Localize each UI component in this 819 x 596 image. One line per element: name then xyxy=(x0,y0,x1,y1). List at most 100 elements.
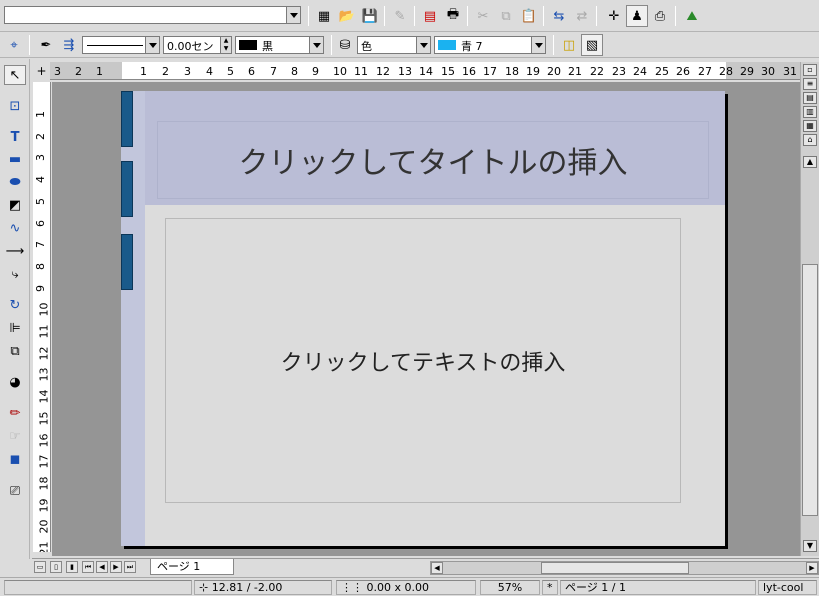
spin-icon[interactable]: ▲ ▼ xyxy=(220,37,231,53)
slide-sorter-icon[interactable]: ▦ xyxy=(803,120,817,132)
chevron-down-icon[interactable] xyxy=(145,37,159,53)
line-style-combobox[interactable] xyxy=(82,36,160,54)
tab-page-1[interactable]: ページ 1 xyxy=(150,559,234,575)
status-bar: ⊹ 12.81 / -2.00 ⋮⋮ 0.00 x 0.00 57% * ページ… xyxy=(0,577,819,596)
arrow-style-icon[interactable]: ⇶ xyxy=(58,34,80,56)
preview-icon[interactable]: ⎙ xyxy=(649,5,671,27)
ruler-tick-label: 7 xyxy=(270,65,277,78)
view-mode-icon[interactable]: ▫ xyxy=(803,64,817,76)
ruler-tick-label: 24 xyxy=(633,65,647,78)
effects-icon[interactable]: ✏ xyxy=(4,403,26,423)
ruler-tick-label: 13 xyxy=(398,65,412,78)
horizontal-scroll-thumb[interactable] xyxy=(541,562,689,574)
connector-icon[interactable]: ⤷ xyxy=(4,264,26,284)
slide[interactable]: クリックしてタイトルの挿入 クリックしてテキストの挿入 xyxy=(121,91,725,546)
title-placeholder[interactable]: クリックしてタイトルの挿入 xyxy=(157,121,709,199)
3d-effects-icon[interactable]: ◼ xyxy=(4,449,26,469)
prev-page-icon[interactable]: ◀ xyxy=(96,561,108,573)
ruler-tick-label: 15 xyxy=(441,65,455,78)
ellipse-icon[interactable]: ⬬ xyxy=(4,172,26,192)
fill-bucket-icon[interactable]: ⛁ xyxy=(334,34,356,56)
line-arrow-icon[interactable]: ⟶ xyxy=(4,241,26,261)
ruler-tick-label: 13 xyxy=(37,367,51,382)
chevron-down-icon[interactable] xyxy=(416,37,430,53)
insert-icon[interactable]: ◕ xyxy=(4,372,26,392)
body-placeholder[interactable]: クリックしてテキストの挿入 xyxy=(165,218,681,503)
status-size: ⋮⋮ 0.00 x 0.00 xyxy=(336,580,476,595)
scroll-down-icon[interactable]: ▼ xyxy=(803,540,817,552)
zoom-icon[interactable]: ⊡ xyxy=(4,96,26,116)
redo-icon[interactable]: ⇄ xyxy=(571,5,593,27)
save-icon[interactable]: 💾 xyxy=(359,5,381,27)
master-view-icon[interactable]: ▯ xyxy=(50,561,62,573)
ruler-tick-label: 2 xyxy=(75,65,82,78)
ruler-tick-label: 28 xyxy=(719,65,733,78)
ruler-tick-label: 21 xyxy=(37,541,51,553)
points-icon[interactable]: ⌖ xyxy=(3,34,25,56)
gallery-icon[interactable]: ⛰ xyxy=(681,5,703,27)
style-combobox[interactable] xyxy=(4,6,301,24)
copy-icon[interactable]: ⧉ xyxy=(495,5,517,27)
fill-color-combobox[interactable]: 青 7 xyxy=(434,36,546,54)
curve-icon[interactable]: ∿ xyxy=(4,218,26,238)
ruler-tick-label: 14 xyxy=(37,389,51,404)
edit-icon[interactable]: ✎ xyxy=(389,5,411,27)
fill-type-combobox[interactable]: 色 xyxy=(357,36,431,54)
ruler-tick-label: 8 xyxy=(291,65,298,78)
first-page-icon[interactable]: ⏮ xyxy=(82,561,94,573)
vertical-scroll-thumb[interactable] xyxy=(802,264,818,516)
handout-view-icon[interactable]: ▥ xyxy=(803,106,817,118)
horizontal-scrollbar[interactable]: ◀ ▶ xyxy=(430,561,819,575)
slide-show-icon[interactable]: ⎚ xyxy=(4,481,26,501)
horizontal-ruler[interactable]: 3 2 1 1 2 3 4 5 6 7 8 9 10 11 12 13 14 15 16 17 18 19 20 21 22 23… xyxy=(50,62,800,80)
ruler-corner[interactable]: + xyxy=(33,62,50,80)
line-icon[interactable]: ✒ xyxy=(35,34,57,56)
scroll-left-icon[interactable]: ◀ xyxy=(431,562,443,574)
vertical-scrollbar[interactable]: ▫ ≡ ▤ ▥ ▦ ⌂ ▲ ▼ xyxy=(800,62,819,556)
chevron-down-icon[interactable] xyxy=(286,7,300,23)
show-icon[interactable]: ⌂ xyxy=(803,134,817,146)
vertical-ruler[interactable]: 1 2 3 4 5 6 7 8 9 10 11 12 13 14 15 16 17 18 19 20 21 xyxy=(33,82,51,552)
standard-toolbar: ▦ 📂 💾 ✎ ▤ 🖶 ✂ ⧉ 📋 ⇆ ⇄ ✛ ♟ ⎙ ⛰ xyxy=(0,0,819,32)
decor-bar xyxy=(121,91,133,147)
cursor-icon[interactable]: ✛ xyxy=(603,5,625,27)
rectangle-icon[interactable]: ▬ xyxy=(4,149,26,169)
select-arrow-icon[interactable]: ↖ xyxy=(4,65,26,85)
last-page-icon[interactable]: ⏭ xyxy=(124,561,136,573)
ruler-tick-label: 1 xyxy=(34,111,47,118)
drawing-toolbar: ↖ ⊡ T ▬ ⬬ ◩ ∿ ⟶ ⤷ ↻ ⊫ ⧉ ◕ ✏ ☞ ◼ ⎚ xyxy=(0,59,30,559)
line-color-combobox[interactable]: 黒 xyxy=(235,36,324,54)
text-tool-icon[interactable]: T xyxy=(4,127,26,147)
ruler-tick-label: 9 xyxy=(312,65,319,78)
fill-color-swatch xyxy=(438,40,456,50)
print-icon[interactable]: 🖶 xyxy=(442,5,464,27)
slide-canvas[interactable]: クリックしてタイトルの挿入 クリックしてテキストの挿入 xyxy=(52,82,800,556)
shadow-icon[interactable]: ◫ xyxy=(558,34,580,56)
notes-view-icon[interactable]: ▤ xyxy=(803,92,817,104)
paste-icon[interactable]: 📋 xyxy=(518,5,540,27)
scroll-right-icon[interactable]: ▶ xyxy=(806,562,818,574)
open-icon[interactable]: 📂 xyxy=(336,5,358,27)
normal-view-icon[interactable]: ▭ xyxy=(34,561,46,573)
next-page-icon[interactable]: ▶ xyxy=(110,561,122,573)
outline-view-icon[interactable]: ≡ xyxy=(803,78,817,90)
navigator-icon[interactable]: ▦ xyxy=(313,5,335,27)
interaction-icon[interactable]: ☞ xyxy=(4,426,26,446)
arrange-icon[interactable]: ⧉ xyxy=(4,341,26,361)
navigator2-icon[interactable]: ♟ xyxy=(626,5,648,27)
status-zoom[interactable]: 57% xyxy=(480,580,540,595)
line-width-field[interactable]: 0.00セン ▲ ▼ xyxy=(163,36,232,54)
scroll-up-icon[interactable]: ▲ xyxy=(803,156,817,168)
export-pdf-icon[interactable]: ▤ xyxy=(419,5,441,27)
align-icon[interactable]: ⊫ xyxy=(4,318,26,338)
chevron-down-icon[interactable] xyxy=(531,37,545,53)
area-style-icon[interactable]: ▧ xyxy=(581,34,603,56)
undo-icon[interactable]: ⇆ xyxy=(548,5,570,27)
cut-icon[interactable]: ✂ xyxy=(472,5,494,27)
status-position: ⊹ 12.81 / -2.00 xyxy=(194,580,332,595)
layer-view-icon[interactable]: ▮ xyxy=(66,561,78,573)
chevron-down-icon[interactable] xyxy=(309,37,323,53)
3d-object-icon[interactable]: ◩ xyxy=(4,195,26,215)
rotate-icon[interactable]: ↻ xyxy=(4,295,26,315)
ruler-tick-label: 2 xyxy=(162,65,169,78)
